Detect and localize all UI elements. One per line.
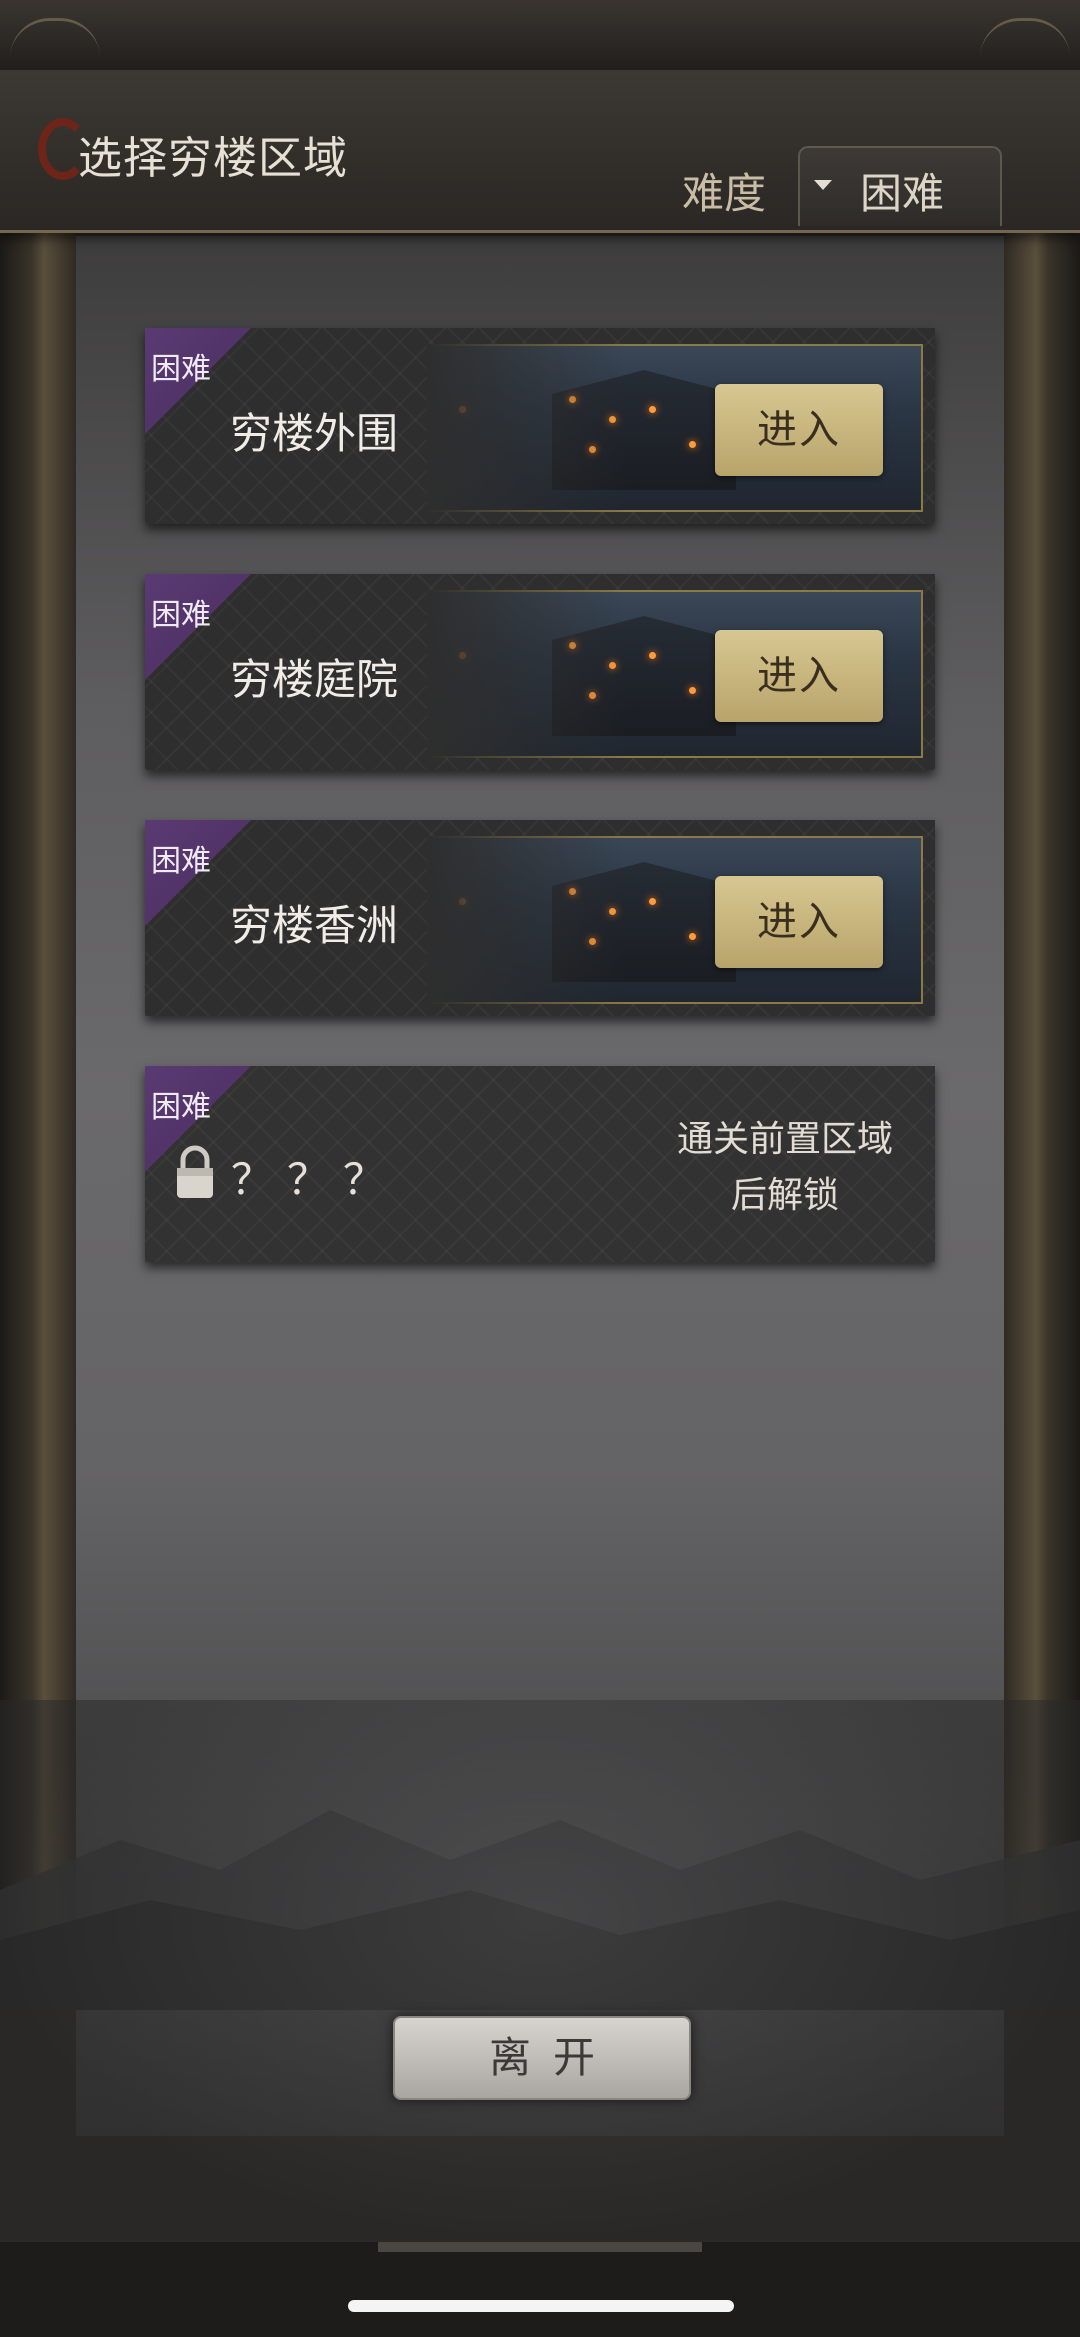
- enter-button[interactable]: 进入: [715, 876, 883, 968]
- locked-zone-name: ？？？: [231, 1155, 400, 1204]
- difficulty-badge: 困难: [151, 352, 211, 387]
- difficulty-badge: 困难: [151, 1090, 211, 1125]
- unlock-note-line1: 通关前置区域: [676, 1119, 893, 1160]
- zone-card-3[interactable]: 困难 穷楼香洲 进入: [145, 820, 935, 1016]
- top-ornament: [0, 0, 1080, 72]
- zone-name: 穷楼外围: [230, 409, 399, 458]
- unlock-requirement: 通关前置区域 后解锁: [665, 1112, 905, 1224]
- enter-button[interactable]: 进入: [715, 384, 883, 476]
- enter-button[interactable]: 进入: [715, 630, 883, 722]
- zone-card-1[interactable]: 困难 穷楼外围 进入: [145, 328, 935, 524]
- zone-name: 穷楼香洲: [230, 901, 399, 950]
- leave-label: 离开: [488, 2033, 617, 2082]
- dropdown-arrow-icon: [814, 180, 832, 190]
- zone-card-2[interactable]: 困难 穷楼庭院 进入: [145, 574, 935, 770]
- corner-ornament-left: [10, 18, 100, 61]
- scene-fade: [427, 344, 627, 512]
- lantern-light: [649, 406, 656, 413]
- leave-button[interactable]: 离开: [393, 2016, 691, 2100]
- difficulty-badge: 困难: [151, 598, 211, 633]
- difficulty-label: 难度: [682, 169, 767, 218]
- difficulty-dropdown[interactable]: 困难: [798, 146, 1002, 226]
- header-bar: 选择穷楼区域 难度 困难: [0, 70, 1080, 233]
- fog-overlay: [0, 1700, 1080, 2240]
- lantern-light: [649, 898, 656, 905]
- lock-icon: [177, 1145, 213, 1198]
- bottom-bar: [0, 2242, 1080, 2337]
- unlock-note-line2: 后解锁: [730, 1175, 839, 1216]
- lantern-light: [689, 441, 696, 448]
- lantern-light: [689, 933, 696, 940]
- scene-fade: [427, 590, 627, 758]
- home-indicator[interactable]: [348, 2300, 734, 2312]
- page-title: 选择穷楼区域: [78, 133, 348, 184]
- locked-zone-card: 困难 ？？？ 通关前置区域 后解锁: [145, 1066, 935, 1262]
- bottom-divider: [378, 2242, 702, 2252]
- lantern-light: [649, 652, 656, 659]
- lantern-light: [689, 687, 696, 694]
- corner-ornament-right: [980, 18, 1070, 61]
- difficulty-badge: 困难: [151, 844, 211, 879]
- scene-fade: [427, 836, 627, 1004]
- difficulty-value: 困难: [860, 169, 945, 218]
- zone-name: 穷楼庭院: [230, 655, 399, 704]
